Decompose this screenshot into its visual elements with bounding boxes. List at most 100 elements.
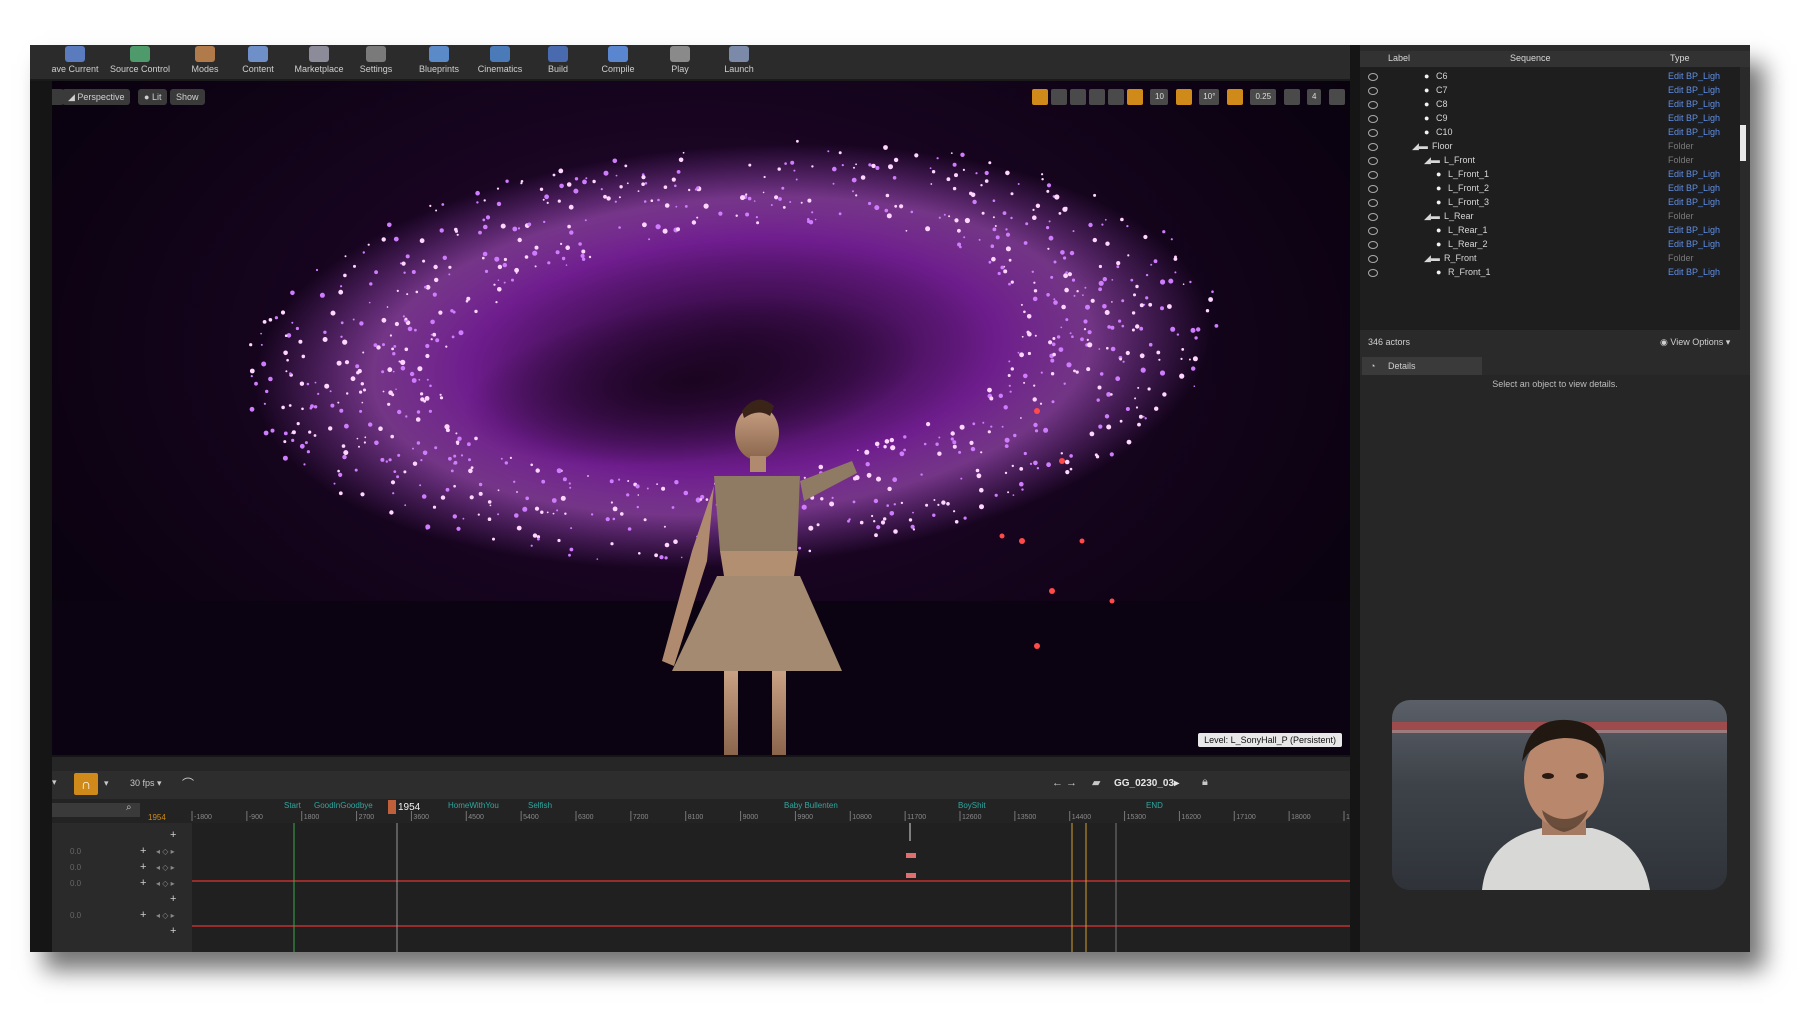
settings-button[interactable]: Settings <box>350 45 402 79</box>
outliner-row[interactable]: ● L_Front_3 Edit BP_Ligh <box>1360 195 1740 210</box>
sequence-column-header[interactable]: Sequence <box>1510 53 1551 63</box>
content-button[interactable]: Content <box>235 45 281 79</box>
outliner-row[interactable]: ● L_Front_1 Edit BP_Ligh <box>1360 167 1740 182</box>
dropdown-icon[interactable]: ▾ <box>104 778 109 789</box>
visibility-eye-icon[interactable] <box>1368 143 1378 151</box>
outliner-row[interactable]: ◢▬ R_Front Folder <box>1360 251 1740 266</box>
time-ruler[interactable]: ⌕ 1954 -1800 -900 1800 2700 3600 4500 5400 6300… <box>52 799 1350 823</box>
outliner-row[interactable]: ◢▬ L_Front Folder <box>1360 153 1740 168</box>
modes-button[interactable]: Modes <box>180 45 230 79</box>
visibility-eye-icon[interactable] <box>1368 129 1378 137</box>
outliner-row[interactable]: ● L_Rear_1 Edit BP_Ligh <box>1360 223 1740 238</box>
playhead[interactable] <box>388 800 396 814</box>
rotation-snap-value[interactable]: 10° <box>1199 89 1220 105</box>
edit-blueprint-link[interactable]: Edit BP_Ligh <box>1668 111 1720 126</box>
source-control-button[interactable]: Source Control <box>100 45 180 79</box>
label-column-header[interactable]: Label <box>1388 53 1410 63</box>
outliner-row[interactable]: ◢▬ L_Rear Folder <box>1360 209 1740 224</box>
edit-blueprint-link[interactable]: Edit BP_Ligh <box>1668 181 1720 196</box>
lit-button[interactable]: ● Lit <box>138 89 168 105</box>
level-viewport[interactable]: ◢ Perspective ● Lit Show 10 10° 0.25 4 L… <box>52 81 1350 755</box>
scale-snap-value[interactable]: 0.25 <box>1250 89 1277 105</box>
visibility-eye-icon[interactable] <box>1368 87 1378 95</box>
details-tab[interactable]: ◔ Details <box>1362 357 1482 375</box>
curve-editor-icon[interactable]: ⌒ <box>182 775 194 792</box>
outliner-row[interactable]: ● C6 Edit BP_Ligh <box>1360 69 1740 84</box>
section-marker[interactable]: Baby Bullenten <box>784 801 838 810</box>
build-button[interactable]: Build <box>538 45 578 79</box>
visibility-eye-icon[interactable] <box>1368 171 1378 179</box>
surface-snap-icon[interactable] <box>1108 89 1124 105</box>
outliner-row[interactable]: ● C9 Edit BP_Ligh <box>1360 111 1740 126</box>
world-outliner[interactable]: ● C6 Edit BP_Ligh ● C7 Edit BP_Ligh ● C8 Edit BP… <box>1360 67 1740 330</box>
edit-blueprint-link[interactable]: Edit BP_Ligh <box>1668 97 1720 112</box>
edit-blueprint-link[interactable]: Edit BP_Ligh <box>1668 69 1720 84</box>
cinematics-button[interactable]: Cinematics <box>470 45 530 79</box>
edit-blueprint-link[interactable]: Edit BP_Ligh <box>1668 223 1720 238</box>
visibility-eye-icon[interactable] <box>1368 157 1378 165</box>
track-area[interactable]: + +0.0 ◂ ◇ ▸ +0.0 ◂ ◇ ▸ +0.0 ◂ ◇ ▸ + +0.0 ◂ ◇ ▸ + <box>52 823 1350 952</box>
grid-snap-icon[interactable] <box>1127 89 1143 105</box>
visibility-eye-icon[interactable] <box>1368 241 1378 249</box>
scale-snap-icon[interactable] <box>1226 89 1243 105</box>
visibility-eye-icon[interactable] <box>1368 115 1378 123</box>
show-button[interactable]: Show <box>170 89 205 105</box>
visibility-eye-icon[interactable] <box>1368 269 1378 277</box>
outliner-row[interactable]: ● L_Rear_2 Edit BP_Ligh <box>1360 237 1740 252</box>
visibility-eye-icon[interactable] <box>1368 227 1378 235</box>
sequence-name[interactable]: GG_0230_03▸ <box>1114 778 1179 789</box>
edit-blueprint-link[interactable]: Edit BP_Ligh <box>1668 265 1720 280</box>
visibility-eye-icon[interactable] <box>1368 73 1378 81</box>
maximize-icon[interactable] <box>1328 89 1345 105</box>
visibility-eye-icon[interactable] <box>1368 101 1378 109</box>
visibility-eye-icon[interactable] <box>1368 185 1378 193</box>
blueprints-button[interactable]: Blueprints <box>412 45 466 79</box>
visibility-eye-icon[interactable] <box>1368 213 1378 221</box>
marketplace-button[interactable]: Marketplace <box>288 45 350 79</box>
grid-snap-value[interactable]: 10 <box>1150 89 1169 105</box>
section-marker[interactable]: Selfish <box>528 801 552 810</box>
section-marker[interactable]: Start <box>284 801 302 810</box>
back-icon[interactable]: ← <box>1052 777 1063 789</box>
play-button[interactable]: Play <box>660 45 700 79</box>
edit-blueprint-link[interactable]: Edit BP_Ligh <box>1668 125 1720 140</box>
fps-selector[interactable]: 30 fps ▾ <box>130 778 162 789</box>
section-marker[interactable]: GoodInGoodbye <box>314 801 373 810</box>
edit-blueprint-link[interactable]: Edit BP_Ligh <box>1668 83 1720 98</box>
section-marker[interactable]: END <box>1146 801 1163 810</box>
outliner-scrollbar[interactable] <box>1740 125 1746 161</box>
transform-icon[interactable] <box>1032 89 1048 105</box>
compile-button[interactable]: Compile <box>590 45 646 79</box>
outliner-row[interactable]: ● R_Front_1 Edit BP_Ligh <box>1360 265 1740 280</box>
snap-magnet-icon[interactable]: ∩ <box>74 773 98 795</box>
section-marker[interactable]: BoyShit <box>958 801 986 810</box>
lock-icon[interactable]: 🔒︎ <box>1202 776 1208 789</box>
outliner-row[interactable]: ● L_Front_2 Edit BP_Ligh <box>1360 181 1740 196</box>
section-marker[interactable]: HomeWithYou <box>448 801 499 810</box>
edit-blueprint-link[interactable]: Edit BP_Ligh <box>1668 237 1720 252</box>
perspective-button[interactable]: ◢ Perspective <box>62 89 131 105</box>
launch-button[interactable]: Launch <box>716 45 762 79</box>
ruler-tick-label: 9900 <box>797 814 813 821</box>
ruler-tick-label: 4500 <box>468 814 484 821</box>
view-options-button[interactable]: ◉ View Options ▾ <box>1660 337 1730 348</box>
type-column-header[interactable]: Type <box>1670 53 1690 63</box>
visibility-eye-icon[interactable] <box>1368 199 1378 207</box>
outliner-row[interactable]: ● C7 Edit BP_Ligh <box>1360 83 1740 98</box>
edit-blueprint-link[interactable]: Edit BP_Ligh <box>1668 195 1720 210</box>
rotation-snap-icon[interactable] <box>1175 89 1192 105</box>
edit-blueprint-link[interactable]: Edit BP_Ligh <box>1668 167 1720 182</box>
camera-speed-value[interactable]: 4 <box>1307 89 1322 105</box>
world-icon[interactable] <box>1089 89 1105 105</box>
folder-icon[interactable]: ▰ <box>1092 776 1100 789</box>
outliner-row[interactable]: ◢▬ Floor Folder <box>1360 139 1740 154</box>
dropdown-icon[interactable]: ▾ <box>52 777 64 791</box>
visibility-eye-icon[interactable] <box>1368 255 1378 263</box>
camera-speed-icon[interactable] <box>1283 89 1300 105</box>
ave-current-button[interactable]: ave Current <box>50 45 100 79</box>
outliner-row[interactable]: ● C10 Edit BP_Ligh <box>1360 125 1740 140</box>
outliner-row[interactable]: ● C8 Edit BP_Ligh <box>1360 97 1740 112</box>
rotate-icon[interactable] <box>1051 89 1067 105</box>
scale-icon[interactable] <box>1070 89 1086 105</box>
forward-icon[interactable]: → <box>1066 777 1077 789</box>
